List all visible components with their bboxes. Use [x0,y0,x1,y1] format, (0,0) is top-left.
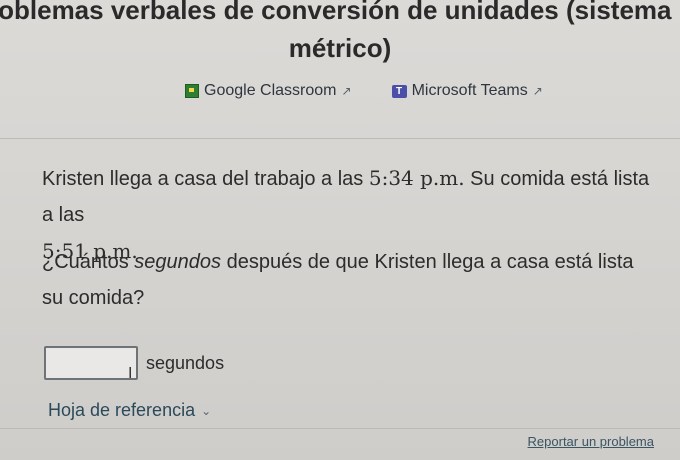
question-emphasis: segundos [134,251,222,273]
reference-sheet-label: Hoja de referencia [48,400,196,420]
question-text: ¿Cuántos segundos después de que Kristen… [42,244,642,316]
page-title-line1: roblemas verbales de conversión de unida… [0,0,672,25]
answer-input[interactable]: I [44,346,138,382]
share-links: Google Classroom ↗ T Microsoft Teams ↗ [185,82,543,100]
question-text-a: ¿Cuántos [42,251,135,273]
microsoft-teams-label: Microsoft Teams [411,82,528,99]
external-link-icon: ↗ [532,84,543,98]
text-cursor-icon: I [128,365,133,382]
external-link-icon: ↗ [341,84,352,98]
page-title-line2: métrico) [288,33,392,63]
section-divider [0,138,680,139]
microsoft-teams-link[interactable]: T Microsoft Teams ↗ [391,82,543,100]
reference-sheet-toggle[interactable]: Hoja de referencia ⌄ [48,400,211,421]
problem-text-a: Kristen llega a casa del trabajo a las [42,168,369,190]
report-problem-link[interactable]: Reportar un problema [528,434,654,449]
time-arrival: 5:34 p.m. [368,166,465,190]
answer-unit: segundos [146,352,225,373]
footer-divider [0,428,680,429]
google-classroom-label: Google Classroom [204,82,337,99]
chevron-down-icon: ⌄ [201,403,212,418]
microsoft-teams-icon: T [391,84,407,98]
google-classroom-icon [185,84,199,98]
exercise-page: roblemas verbales de conversión de unida… [0,0,680,460]
google-classroom-link[interactable]: Google Classroom ↗ [185,82,352,100]
answer-row: I segundos [44,346,225,382]
